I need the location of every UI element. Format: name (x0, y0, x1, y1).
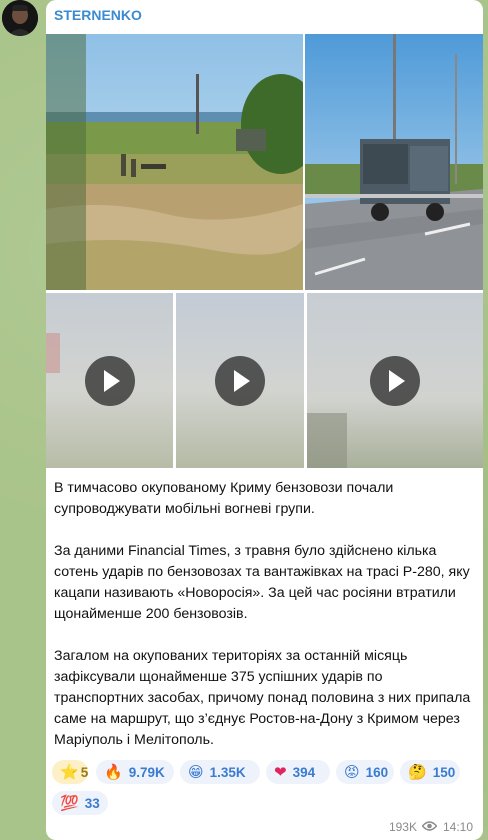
reaction-hundred[interactable]: 💯 33 (52, 791, 108, 815)
video-thumbnail-3[interactable] (307, 293, 483, 468)
video-thumbnail-1[interactable] (46, 293, 173, 468)
message-time: 14:10 (442, 820, 473, 834)
reaction-count: 5 (80, 764, 89, 780)
thinking-icon: 🤔 (408, 763, 427, 781)
photo-field-armed-group[interactable] (46, 34, 303, 290)
post-paragraph: Загалом на окупованих територіях за оста… (54, 648, 471, 748)
star-icon: ⭐ (60, 763, 79, 781)
angry-icon: 😡 (344, 763, 360, 781)
post-text: В тимчасово окупованому Криму бензовози … (54, 478, 472, 772)
reaction-count: 33 (84, 795, 100, 811)
message-bubble: STERNENKO В тимчасово окупованому Криму … (46, 0, 483, 840)
reaction-count: 9.79K (128, 764, 165, 780)
channel-avatar[interactable] (2, 0, 38, 36)
play-icon[interactable] (370, 355, 420, 406)
channel-name[interactable]: STERNENKO (54, 7, 142, 23)
message-meta: 193K 14:10 (389, 820, 473, 834)
heart-icon: ❤ (274, 763, 287, 781)
reaction-heart[interactable]: ❤ 394 (266, 760, 330, 784)
reaction-count: 1.35K (209, 764, 246, 780)
post-paragraph: За даними Financial Times, з травня було… (54, 543, 470, 622)
grin-icon: 😁 (188, 763, 204, 781)
video-thumbnail-2[interactable] (176, 293, 304, 468)
post-paragraph: В тимчасово окупованому Криму бензовози … (54, 480, 394, 517)
fire-icon: 🔥 (104, 763, 123, 781)
reaction-thinking[interactable]: 🤔 150 (400, 760, 460, 784)
reaction-count: 150 (432, 764, 456, 780)
view-count: 193K (388, 820, 417, 834)
reaction-fire[interactable]: 🔥 9.79K (96, 760, 174, 784)
play-icon[interactable] (215, 355, 265, 406)
reaction-count: 394 (292, 764, 316, 780)
reaction-angry[interactable]: 😡 160 (336, 760, 394, 784)
reaction-star[interactable]: ⭐ 5 (52, 760, 88, 784)
reaction-grin[interactable]: 😁 1.35K (180, 760, 260, 784)
eye-icon (421, 820, 438, 834)
play-icon[interactable] (84, 355, 135, 406)
reaction-count: 160 (365, 764, 389, 780)
hundred-icon: 💯 (60, 794, 79, 812)
photo-highway-truck[interactable] (305, 34, 483, 290)
